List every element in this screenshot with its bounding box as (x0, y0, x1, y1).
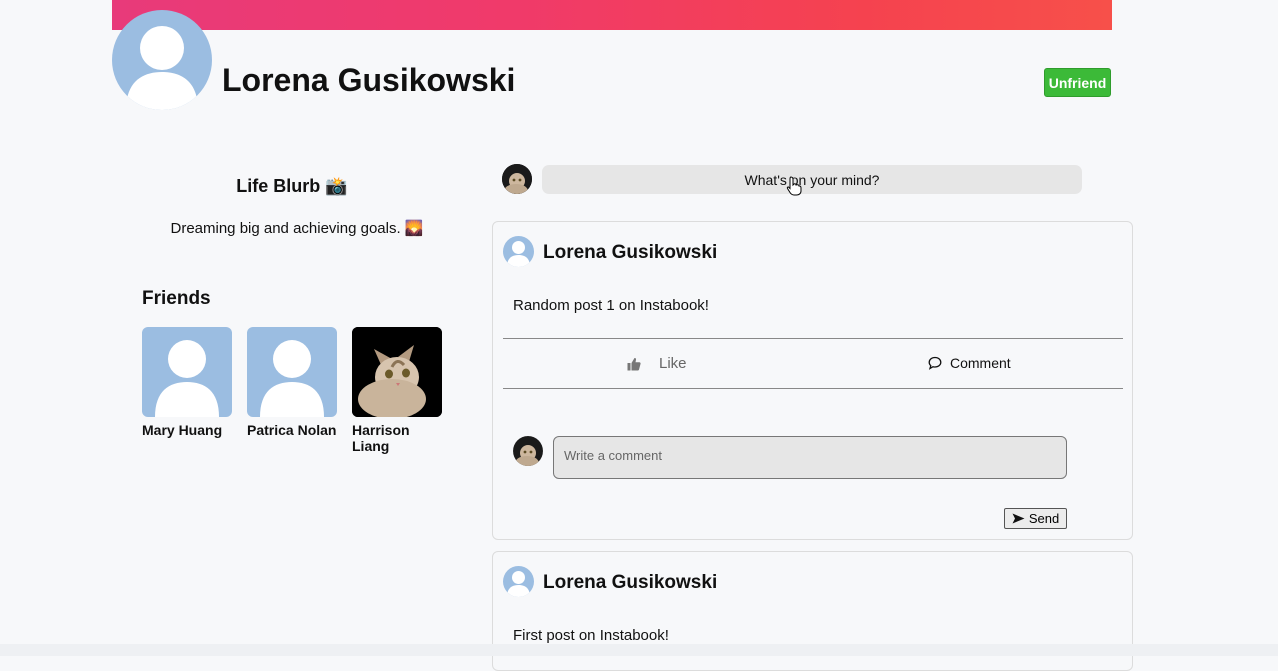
friends-title: Friends (142, 288, 211, 309)
life-blurb-text: Dreaming big and achieving goals. 🌄 (170, 220, 424, 237)
send-label: Send (1028, 511, 1060, 526)
life-blurb-title: Life Blurb 📸 (236, 176, 348, 196)
friend-name[interactable]: Patrica Nolan (247, 422, 337, 438)
comment-label: Comment (950, 355, 1011, 371)
friend-avatar[interactable] (247, 327, 337, 417)
like-button[interactable]: Like (627, 355, 687, 372)
friend-card[interactable]: Harrison Liang (352, 327, 442, 454)
friend-name[interactable]: Mary Huang (142, 422, 232, 438)
post-card: Lorena Gusikowski Random post 1 on Insta… (492, 221, 1133, 540)
thumbs-up-icon (627, 357, 641, 370)
default-person-icon (507, 241, 530, 267)
friend-avatar[interactable] (142, 327, 232, 417)
cat-photo (502, 164, 532, 194)
profile-name: Lorena Gusikowski (222, 62, 516, 98)
friend-card[interactable]: Mary Huang (142, 327, 232, 438)
bottom-edge (0, 644, 1278, 656)
current-user-avatar (502, 164, 532, 194)
cat-photo (352, 327, 442, 417)
default-person-icon (155, 340, 219, 417)
default-person-icon (126, 26, 198, 110)
cat-photo (513, 436, 543, 466)
send-button[interactable]: Send (1004, 508, 1067, 529)
friend-avatar[interactable] (352, 327, 442, 417)
comment-button[interactable]: Comment (928, 355, 1011, 371)
post-text: Random post 1 on Instabook! (513, 297, 709, 314)
post-author-avatar[interactable] (503, 236, 534, 267)
speech-bubble-icon (928, 356, 942, 370)
default-person-icon (507, 571, 530, 597)
post-author-name[interactable]: Lorena Gusikowski (543, 242, 717, 264)
unfriend-button[interactable]: Unfriend (1044, 68, 1111, 97)
current-user-avatar (513, 436, 543, 466)
friend-name[interactable]: Harrison Liang (352, 422, 442, 454)
profile-avatar (112, 10, 212, 110)
hand-pointer-icon (786, 176, 802, 196)
post-text: First post on Instabook! (513, 627, 669, 644)
cover-banner (112, 0, 1112, 30)
friend-card[interactable]: Patrica Nolan (247, 327, 337, 438)
write-comment-input[interactable]: Write a comment (553, 436, 1067, 479)
post-author-avatar[interactable] (503, 566, 534, 597)
divider (503, 388, 1123, 389)
default-person-icon (260, 340, 324, 417)
like-label: Like (659, 355, 687, 372)
divider (503, 338, 1123, 339)
send-arrow-icon (1012, 513, 1025, 524)
whats-on-your-mind-input[interactable]: What's on your mind? (542, 165, 1082, 194)
post-author-name[interactable]: Lorena Gusikowski (543, 572, 717, 594)
